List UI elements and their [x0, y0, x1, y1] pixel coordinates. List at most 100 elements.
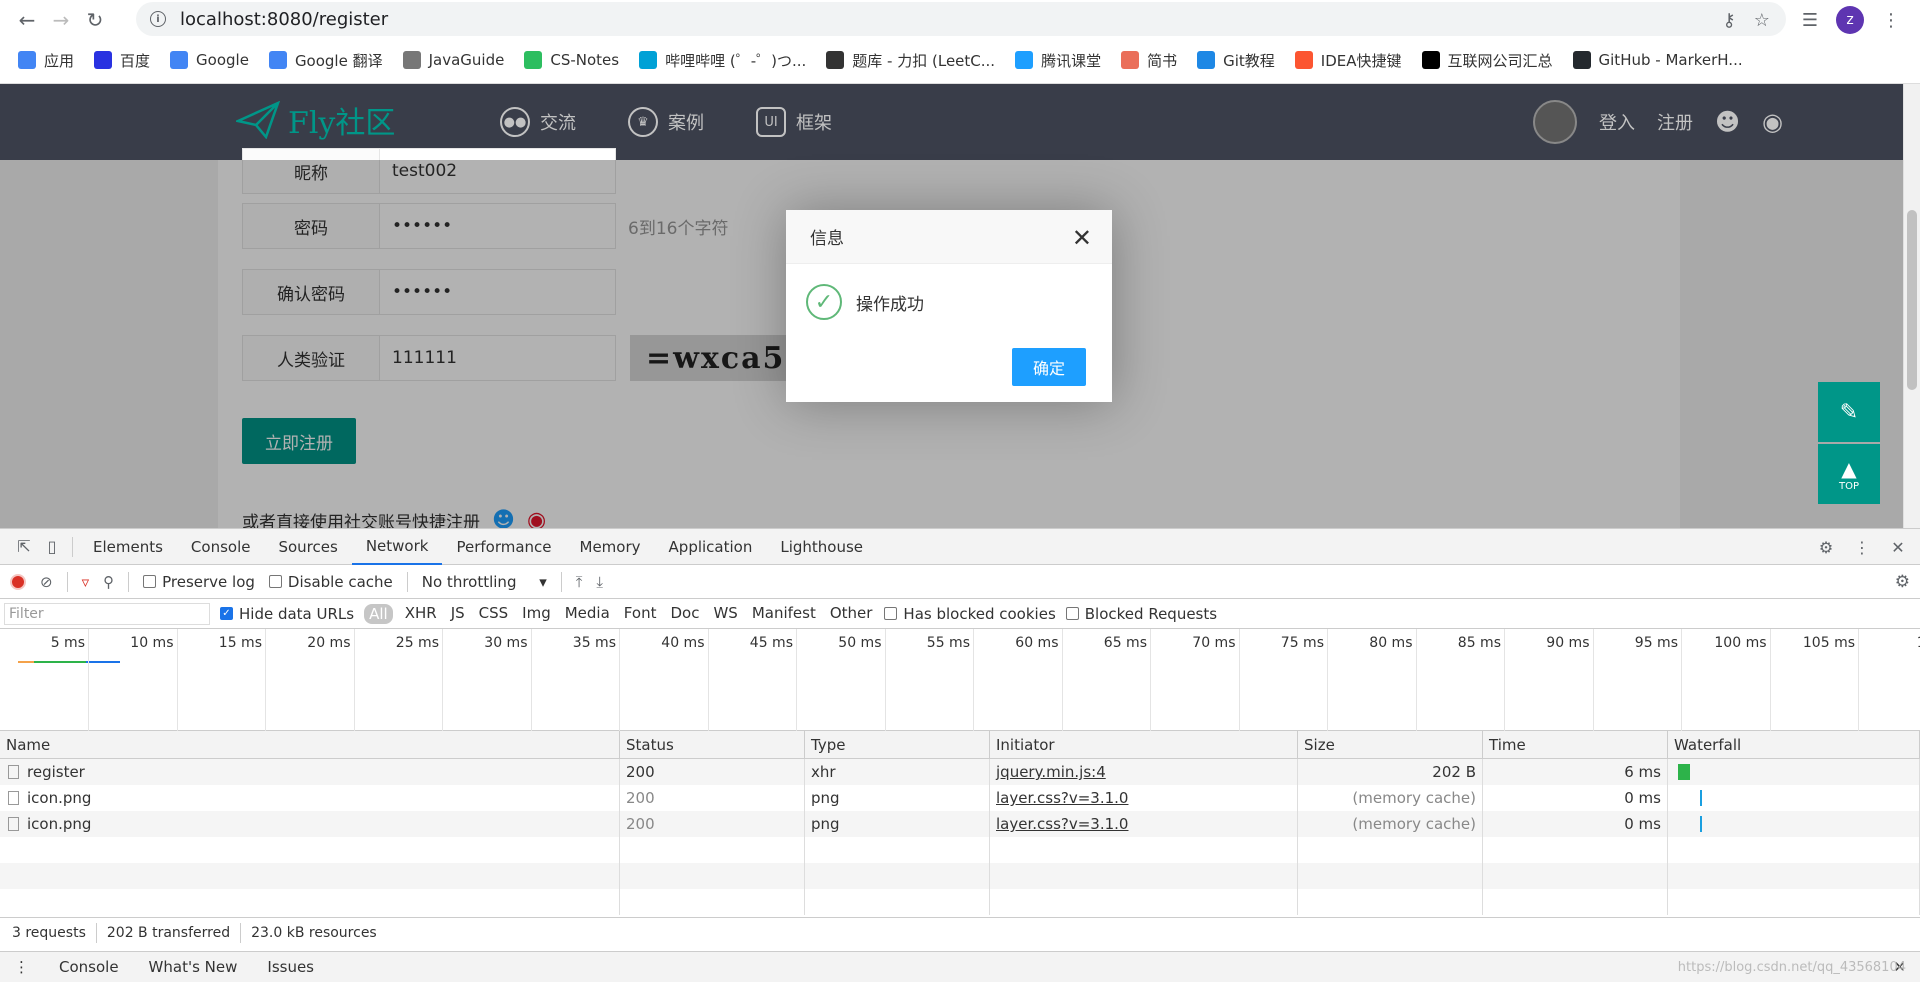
address-bar[interactable]: i localhost:8080/register — [136, 2, 1786, 36]
user-avatar-icon[interactable] — [1533, 100, 1578, 144]
bookmark-item[interactable]: Google — [170, 51, 249, 69]
filter-type-other[interactable]: Other — [828, 604, 875, 624]
column-header-status[interactable]: Status — [620, 731, 805, 758]
preserve-log-checkbox[interactable]: Preserve log — [143, 573, 255, 591]
filter-input[interactable]: Filter — [4, 602, 210, 625]
has-blocked-cookies-checkbox[interactable]: Has blocked cookies — [884, 605, 1056, 623]
clear-icon[interactable]: ⊘ — [40, 573, 53, 591]
filter-type-ws[interactable]: WS — [711, 604, 739, 624]
hide-data-urls-checkbox[interactable]: ✓ Hide data URLs — [220, 605, 354, 623]
tab-sources[interactable]: Sources — [264, 529, 351, 565]
filter-funnel-icon[interactable]: ▿ — [82, 573, 90, 591]
bookmark-item[interactable]: CS-Notes — [524, 51, 619, 69]
filter-type-img[interactable]: Img — [520, 604, 553, 624]
filter-type-media[interactable]: Media — [563, 604, 612, 624]
filter-type-css[interactable]: CSS — [477, 604, 511, 624]
filter-type-font[interactable]: Font — [622, 604, 659, 624]
checkbox-box[interactable] — [143, 575, 157, 588]
column-header-type[interactable]: Type — [805, 731, 990, 758]
register-link[interactable]: 注册 — [1657, 109, 1693, 135]
bookmark-item[interactable]: 题库 - 力扣 (LeetC... — [826, 50, 995, 71]
column-header-initiator[interactable]: Initiator — [990, 731, 1298, 758]
network-overview-timeline[interactable]: 5 ms 10 ms 15 ms 20 ms 25 ms 30 ms 35 ms 40 ms 4… — [0, 629, 1920, 731]
drawer-tab-console[interactable]: Console — [59, 958, 119, 976]
login-link[interactable]: 登入 — [1599, 109, 1635, 135]
network-settings-gear-icon[interactable]: ⚙ — [1895, 572, 1910, 592]
export-har-icon[interactable]: ⤓ — [596, 573, 603, 591]
drawer-menu-icon[interactable]: ⋮ — [14, 958, 29, 976]
table-row[interactable]: icon.png 200 png layer.css?v=3.1.0 (memory c… — [0, 811, 1920, 837]
forward-arrow-icon[interactable]: → — [44, 3, 78, 37]
scrollbar-thumb[interactable] — [1907, 210, 1917, 390]
tab-application[interactable]: Application — [655, 529, 767, 565]
media-queue-icon[interactable]: ☰ — [1802, 10, 1818, 31]
inspect-element-icon[interactable]: ⇱ — [10, 533, 38, 561]
edit-pencil-icon[interactable]: ✎ — [1818, 382, 1880, 442]
filter-type-xhr[interactable]: XHR — [403, 604, 439, 624]
import-har-icon[interactable]: ⤒ — [576, 573, 583, 591]
back-arrow-icon[interactable]: ← — [10, 3, 44, 37]
checkbox-box[interactable] — [268, 575, 282, 588]
confirm-button[interactable]: 确定 — [1012, 348, 1086, 386]
disable-cache-checkbox[interactable]: Disable cache — [268, 573, 393, 591]
filter-type-doc[interactable]: Doc — [668, 604, 701, 624]
cell-initiator[interactable]: layer.css?v=3.1.0 — [990, 785, 1298, 811]
table-row[interactable]: icon.png 200 png layer.css?v=3.1.0 (memory c… — [0, 785, 1920, 811]
weibo-icon[interactable]: ◉ — [1762, 108, 1783, 136]
close-icon[interactable]: ✕ — [1072, 224, 1092, 252]
bookmark-item[interactable]: IDEA快捷键 — [1294, 50, 1402, 71]
site-logo[interactable]: Fly社区 — [236, 98, 395, 142]
nav-item-framework[interactable]: UI 框架 — [756, 107, 832, 137]
drawer-tab-whats-new[interactable]: What's New — [149, 958, 238, 976]
url-text[interactable]: localhost:8080/register — [180, 9, 388, 30]
bookmark-item[interactable]: 百度 — [94, 50, 150, 71]
qq-icon[interactable]: ☻ — [1715, 108, 1740, 136]
checkbox-box[interactable] — [1065, 607, 1079, 620]
bookmark-item[interactable]: JavaGuide — [402, 51, 504, 69]
record-icon[interactable] — [10, 573, 26, 590]
column-header-time[interactable]: Time — [1483, 731, 1668, 758]
nav-item-communicate[interactable]: ●● 交流 — [500, 107, 576, 137]
checkbox-box-checked[interactable]: ✓ — [220, 607, 233, 620]
drawer-tab-issues[interactable]: Issues — [267, 958, 314, 976]
star-icon[interactable]: ☆ — [1754, 10, 1770, 31]
bookmark-item[interactable]: 哔哩哔哩 (゜-゜)つ... — [639, 50, 806, 71]
settings-gear-icon[interactable]: ⚙ — [1812, 533, 1840, 561]
tab-performance[interactable]: Performance — [442, 529, 565, 565]
close-devtools-icon[interactable]: ✕ — [1884, 533, 1912, 561]
tab-elements[interactable]: Elements — [79, 529, 177, 565]
bookmark-item[interactable]: Git教程 — [1197, 50, 1275, 71]
bookmark-item[interactable]: 应用 — [18, 50, 74, 71]
page-scrollbar[interactable] — [1903, 84, 1920, 528]
tab-lighthouse[interactable]: Lighthouse — [766, 529, 877, 565]
filter-type-manifest[interactable]: Manifest — [750, 604, 818, 624]
filter-type-all[interactable]: All — [364, 603, 393, 624]
site-info-icon[interactable]: i — [150, 11, 166, 27]
column-header-name[interactable]: Name — [0, 731, 620, 758]
cell-initiator[interactable]: jquery.min.js:4 — [990, 759, 1298, 785]
menu-kebab-icon[interactable]: ⋮ — [1882, 10, 1900, 31]
throttling-select[interactable]: No throttling ▾ — [422, 573, 547, 591]
tab-console[interactable]: Console — [177, 529, 265, 565]
tab-network[interactable]: Network — [351, 529, 443, 565]
table-row[interactable]: register 200 xhr jquery.min.js:4 202 B 6 ms — [0, 759, 1920, 785]
bookmark-item[interactable]: GitHub - MarkerH... — [1572, 51, 1743, 69]
bookmark-item[interactable]: 简书 — [1121, 50, 1177, 71]
checkbox-box[interactable] — [884, 607, 898, 620]
back-to-top-button[interactable]: ▲ TOP — [1818, 444, 1880, 504]
profile-avatar[interactable]: z — [1836, 6, 1864, 34]
cell-initiator[interactable]: layer.css?v=3.1.0 — [990, 811, 1298, 837]
blocked-requests-checkbox[interactable]: Blocked Requests — [1065, 605, 1217, 623]
more-kebab-icon[interactable]: ⋮ — [1848, 533, 1876, 561]
bookmark-item[interactable]: Google 翻译 — [268, 50, 383, 71]
device-toggle-icon[interactable]: ▯ — [38, 533, 66, 561]
reload-icon[interactable]: ↻ — [78, 3, 112, 37]
bookmark-item[interactable]: 互联网公司汇总 — [1421, 50, 1553, 71]
bookmark-item[interactable]: 腾讯课堂 — [1015, 50, 1101, 71]
column-header-waterfall[interactable]: Waterfall▲ — [1668, 731, 1920, 758]
key-icon[interactable]: ⚷ — [1723, 10, 1736, 31]
search-icon[interactable]: ⚲ — [103, 573, 114, 591]
filter-type-js[interactable]: JS — [449, 604, 467, 624]
nav-item-cases[interactable]: ♛ 案例 — [628, 107, 704, 137]
column-header-size[interactable]: Size — [1298, 731, 1483, 758]
